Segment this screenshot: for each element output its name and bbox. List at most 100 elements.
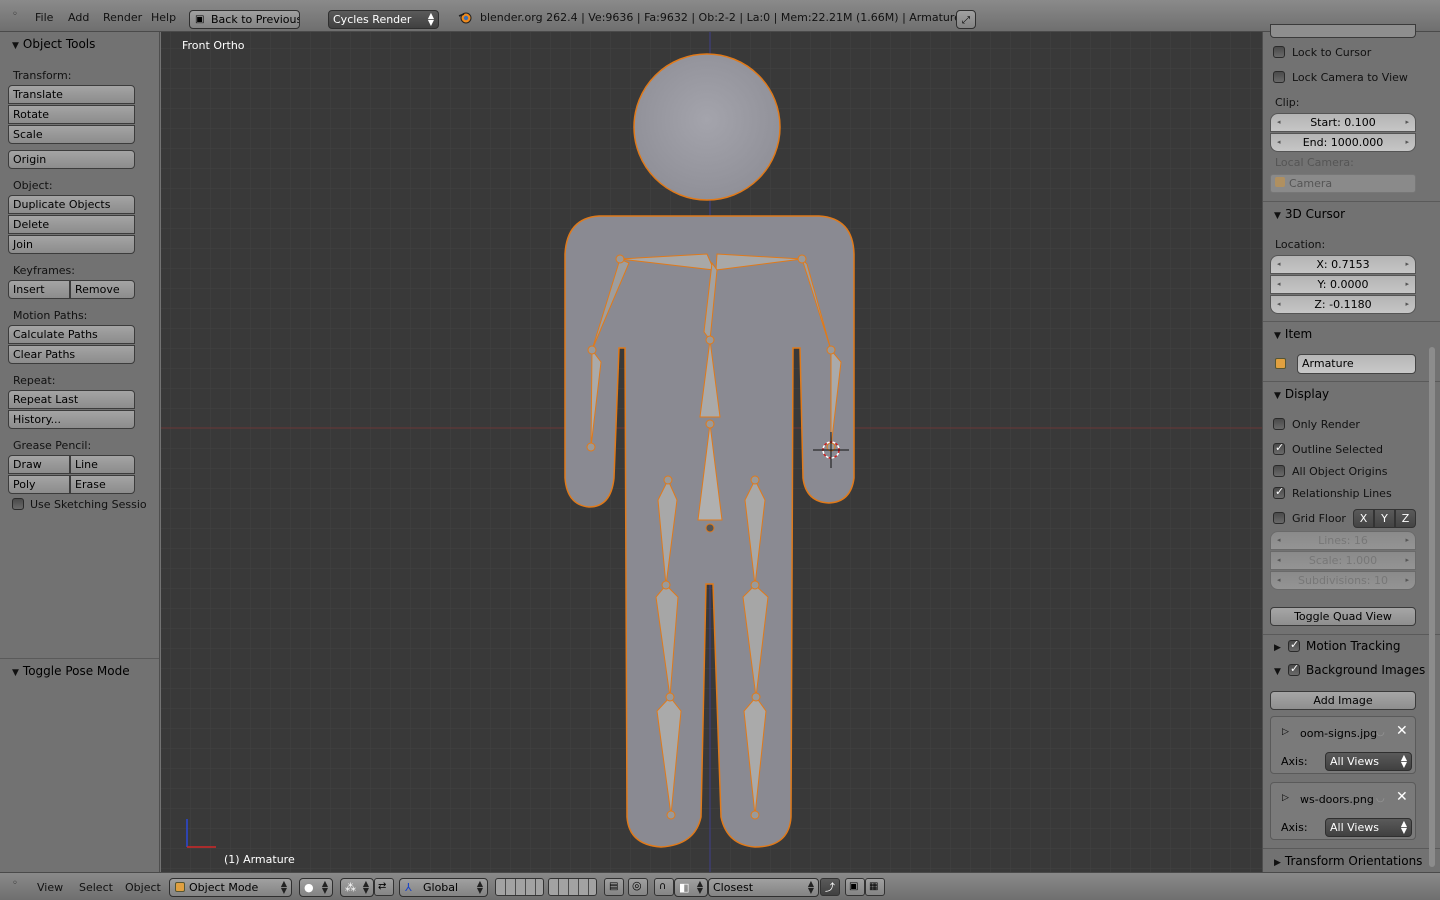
motion-tracking-checkbox[interactable]: [1288, 638, 1300, 652]
origin-button[interactable]: Origin: [8, 150, 135, 169]
grid-subdivisions-field[interactable]: ◂ Subdivisions: 10 ▸: [1270, 571, 1416, 590]
axis-y-toggle[interactable]: Y: [1374, 509, 1395, 528]
cursor-z-field[interactable]: ◂ Z: -0.1180 ▸: [1270, 295, 1416, 314]
item-name-field[interactable]: Armature: [1297, 354, 1416, 374]
lock-camera-checkbox[interactable]: [1273, 71, 1285, 83]
remove-keyframe-button[interactable]: Remove: [70, 280, 135, 299]
menu-view[interactable]: View: [37, 881, 63, 894]
insert-keyframe-button[interactable]: Insert: [8, 280, 70, 299]
duplicate-objects-button[interactable]: Duplicate Objects: [8, 195, 135, 214]
cursor-x-field[interactable]: ◂ X: 0.7153 ▸: [1270, 255, 1416, 274]
opengl-render-button[interactable]: ▣: [845, 878, 865, 896]
transform-orientations-panel-header[interactable]: ▶ Transform Orientations: [1274, 854, 1422, 868]
grid-lines-field[interactable]: ◂ Lines: 16 ▸: [1270, 531, 1416, 550]
manipulator-toggle[interactable]: ⇄: [374, 878, 394, 896]
clip-end-value: End: 1000.000: [1302, 136, 1384, 149]
scene-layers-group-2[interactable]: [548, 878, 597, 896]
remove-image-2-icon[interactable]: ✕: [1396, 789, 1408, 805]
remove-image-1-icon[interactable]: ✕: [1396, 723, 1408, 739]
expand-triangle-icon[interactable]: ▷: [1282, 727, 1289, 737]
clear-paths-button[interactable]: Clear Paths: [8, 345, 135, 364]
menu-help[interactable]: Help: [151, 11, 176, 24]
motion-tracking-panel-header[interactable]: ▶: [1274, 639, 1285, 653]
head-mesh[interactable]: [633, 53, 781, 201]
transform-orientation-dropdown[interactable]: ⅄ Global ▲ ▼: [399, 878, 488, 897]
relationship-lines-checkbox[interactable]: [1273, 485, 1285, 499]
all-object-origins-checkbox[interactable]: [1273, 465, 1285, 477]
rotate-button[interactable]: Rotate: [8, 105, 135, 124]
render-engine-dropdown[interactable]: Cycles Render ▲ ▼: [328, 10, 439, 29]
lock-object-field[interactable]: [1270, 24, 1416, 38]
toggle-quad-view-button[interactable]: Toggle Quad View: [1270, 607, 1416, 626]
grid-scale-field[interactable]: ◂ Scale: 1.000 ▸: [1270, 551, 1416, 570]
manipulator-icon: ⇄: [378, 881, 387, 892]
properties-scrollbar[interactable]: [1429, 347, 1435, 867]
fullscreen-toggle[interactable]: ⤢: [956, 10, 976, 29]
magnet-icon: ∩: [659, 881, 667, 892]
snap-element-dropdown[interactable]: ◧ ▲ ▼: [674, 878, 708, 897]
object-tools-panel-header[interactable]: ▼ Object Tools: [12, 37, 95, 51]
axis-z-toggle[interactable]: Z: [1395, 509, 1416, 528]
scale-button[interactable]: Scale: [8, 125, 135, 144]
background-images-panel-header[interactable]: ▼: [1274, 663, 1285, 677]
item-panel-header[interactable]: ▼ Item: [1274, 327, 1312, 341]
erase-button[interactable]: Erase: [70, 475, 135, 494]
menu-render[interactable]: Render: [103, 11, 142, 24]
pivot-point-dropdown[interactable]: ⁂ ▲ ▼: [340, 878, 374, 897]
scene-layers-group-1[interactable]: [495, 878, 544, 896]
only-render-checkbox[interactable]: [1273, 418, 1285, 430]
history-button[interactable]: History...: [8, 410, 135, 429]
visibility-eye-icon[interactable]: ◡: [1376, 727, 1385, 738]
use-sketching-checkbox[interactable]: [12, 498, 24, 510]
image-2-axis-dropdown[interactable]: All Views ▲ ▼: [1325, 818, 1412, 837]
clip-start-field[interactable]: ◂ Start: 0.100 ▸: [1270, 113, 1416, 132]
operator-panel-header[interactable]: ▼ Toggle Pose Mode: [12, 664, 130, 678]
cursor-z-value: Z: -0.1180: [1314, 298, 1372, 311]
background-images-checkbox[interactable]: [1288, 662, 1300, 676]
clip-start-value: Start: 0.100: [1310, 116, 1376, 129]
outline-selected-checkbox[interactable]: [1273, 441, 1285, 455]
local-camera-field[interactable]: Camera: [1270, 174, 1416, 193]
snap-toggle[interactable]: ∩: [654, 878, 674, 896]
lock-layers-toggle[interactable]: ▤: [604, 878, 624, 896]
viewport-canvas[interactable]: [161, 32, 1262, 872]
3d-cursor-panel-header[interactable]: ▼ 3D Cursor: [1274, 207, 1345, 221]
join-button[interactable]: Join: [8, 235, 135, 254]
image-1-axis-dropdown[interactable]: All Views ▲ ▼: [1325, 752, 1412, 771]
3d-viewport[interactable]: Front Ortho (1) Armature: [161, 32, 1262, 872]
menu-add[interactable]: Add: [68, 11, 89, 24]
align-rotation-toggle[interactable]: ⤴: [820, 878, 840, 896]
snap-element-icon: ◧: [679, 881, 690, 894]
translate-button[interactable]: Translate: [8, 85, 135, 104]
lock-to-cursor-checkbox[interactable]: [1273, 46, 1285, 58]
display-panel-header[interactable]: ▼ Display: [1274, 387, 1329, 401]
menu-object[interactable]: Object: [125, 881, 161, 894]
delete-button[interactable]: Delete: [8, 215, 135, 234]
repeat-last-button[interactable]: Repeat Last: [8, 390, 135, 409]
draw-button[interactable]: Draw: [8, 455, 70, 474]
grid-floor-checkbox[interactable]: [1273, 512, 1285, 524]
use-sketching-label: Use Sketching Sessio: [30, 498, 147, 511]
menu-select[interactable]: Select: [79, 881, 113, 894]
menu-file[interactable]: File: [35, 11, 53, 24]
calculate-paths-button[interactable]: Calculate Paths: [8, 325, 135, 344]
visibility-eye-icon[interactable]: ◡: [1376, 793, 1385, 804]
editor-type-icon[interactable]: ◦: [12, 878, 18, 889]
poly-button[interactable]: Poly: [8, 475, 70, 494]
editor-type-icon[interactable]: ◦: [12, 9, 18, 20]
cursor-y-field[interactable]: ◂ Y: 0.0000 ▸: [1270, 275, 1416, 294]
viewport-shading-dropdown[interactable]: ● ▲ ▼: [299, 878, 333, 897]
line-button[interactable]: Line: [70, 455, 135, 474]
snap-target-dropdown[interactable]: Closest ▲ ▼: [708, 878, 819, 897]
opengl-animation-button[interactable]: ▦: [865, 878, 885, 896]
panel-divider: [1263, 634, 1440, 635]
expand-triangle-icon[interactable]: ▷: [1282, 793, 1289, 803]
proportional-edit-toggle[interactable]: ◎: [628, 878, 648, 896]
clip-end-field[interactable]: ◂ End: 1000.000 ▸: [1270, 133, 1416, 152]
mode-dropdown[interactable]: Object Mode ▲ ▼: [169, 878, 292, 897]
back-to-previous-button[interactable]: ▣ Back to Previous: [189, 10, 300, 29]
dropdown-arrows-icon: ▲ ▼: [807, 879, 814, 895]
proportional-edit-icon: ◎: [632, 879, 642, 892]
axis-x-toggle[interactable]: X: [1353, 509, 1374, 528]
add-image-button[interactable]: Add Image: [1270, 691, 1416, 710]
